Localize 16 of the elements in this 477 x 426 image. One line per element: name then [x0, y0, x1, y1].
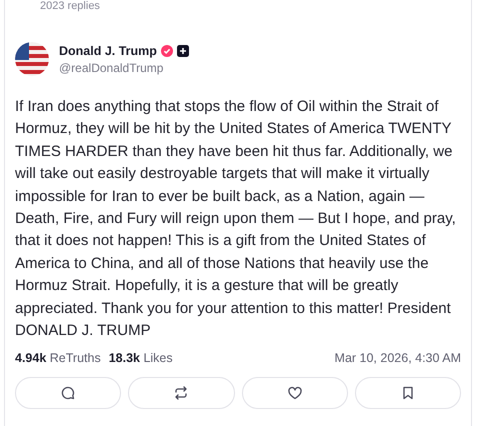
stat-count[interactable]: 18.3k Likes — [108, 351, 173, 366]
repost-icon — [173, 385, 190, 402]
post-timestamp[interactable]: Mar 10, 2026, 4:30 AM — [334, 351, 461, 366]
reply-button[interactable] — [15, 377, 122, 410]
like-button[interactable] — [242, 377, 348, 410]
author-handle[interactable]: @realDonaldTrump — [59, 60, 189, 74]
heart-icon — [286, 385, 303, 402]
post-text: If Iran does anything that stops the flow of Oil within the Strait of Hormuz, they will be hit by the United States of America TWENTY TIMES HARDER than they have been hit thus far. Additionally, we will take out easily destroyable targets that will make it virtually impossible for Iran to ever be built back, as a Nation, again — Death, Fire, and Fury will reign upon them — But I hope, and pray, that it does not happen! This is a gift from the United States of America to China, and all of those Nations that heavily use the Hormuz Strait. Hopefully, it is a gesture that will be greatly appreciated. Thank you for your attention to this matter! President DONALD J. TRUMP — [15, 97, 457, 342]
plus-icon[interactable] — [176, 44, 189, 56]
comment-icon — [60, 385, 76, 402]
reply-count: 2023 replies — [40, 0, 100, 12]
bookmark-button[interactable] — [354, 377, 461, 410]
stat-count[interactable]: 4.94k ReTruths — [15, 351, 101, 366]
avatar[interactable] — [15, 42, 49, 76]
retruth-button[interactable] — [128, 377, 234, 410]
author-name[interactable]: Donald J. Trump — [59, 44, 157, 58]
